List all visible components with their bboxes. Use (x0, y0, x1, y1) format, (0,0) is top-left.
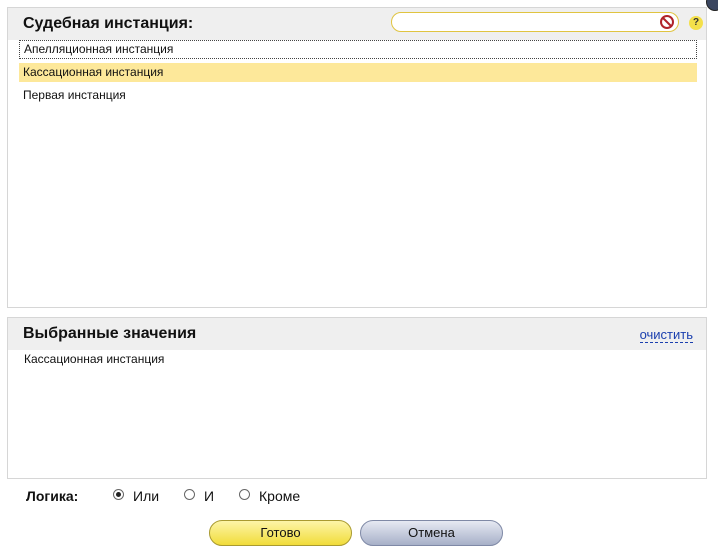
selected-panel-header: Выбранные значения очистить (8, 318, 706, 350)
radio-or-label: Или (133, 488, 160, 504)
search-input[interactable] (391, 12, 679, 32)
cancel-button[interactable]: Отмена (360, 520, 503, 546)
help-icon[interactable]: ? (689, 16, 703, 30)
radio-and[interactable]: И (184, 488, 214, 504)
list-item[interactable]: Первая инстанция (19, 86, 697, 105)
radio-or[interactable]: Или (113, 488, 159, 504)
selected-values-panel: Выбранные значения очистить Кассационная… (7, 317, 707, 479)
selected-value-item: Кассационная инстанция (24, 352, 165, 366)
instances-panel: Судебная инстанция: ? Апелляционная инст… (7, 7, 707, 308)
radio-checked-icon[interactable] (113, 488, 124, 500)
list-item[interactable]: Кассационная инстанция (19, 63, 697, 82)
panel-title: Судебная инстанция: (23, 15, 194, 32)
clear-search-icon[interactable] (660, 15, 674, 29)
radio-and-label: И (204, 488, 215, 504)
logic-label: Логика: (26, 488, 79, 504)
clear-link[interactable]: очистить (639, 327, 693, 343)
selected-panel-title: Выбранные значения (23, 325, 197, 342)
radio-except-label: Кроме (259, 488, 301, 504)
done-button[interactable]: Готово (209, 520, 352, 546)
radio-unchecked-icon[interactable] (184, 488, 195, 500)
close-corner-icon[interactable] (706, 0, 718, 11)
radio-unchecked-icon[interactable] (239, 488, 250, 500)
list-item[interactable]: Апелляционная инстанция (19, 40, 697, 59)
radio-except[interactable]: Кроме (239, 488, 300, 504)
instances-list: Апелляционная инстанция Кассационная инс… (19, 40, 697, 109)
instances-panel-header: Судебная инстанция: ? (8, 8, 706, 40)
